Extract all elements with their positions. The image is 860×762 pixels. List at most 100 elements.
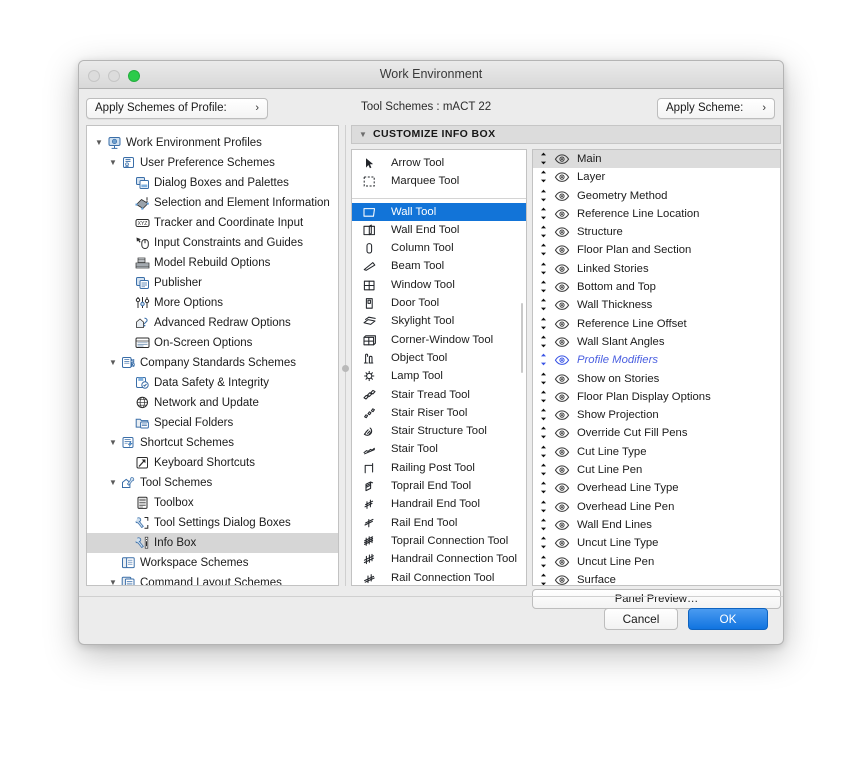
reorder-handle-icon[interactable]	[539, 463, 549, 476]
tree-item-toolbox[interactable]: Toolbox	[87, 493, 338, 513]
tree-item-tool-schemes[interactable]: ▼ Tool Schemes	[87, 473, 338, 493]
eye-icon[interactable]	[554, 537, 570, 549]
field-row-surface[interactable]: Surface	[533, 571, 780, 585]
eye-icon[interactable]	[554, 244, 570, 256]
tree-item-advanced-redraw-options[interactable]: Advanced Redraw Options	[87, 313, 338, 333]
field-row-wall-slant-angles[interactable]: Wall Slant Angles	[533, 333, 780, 351]
tool-row-door-tool[interactable]: Door Tool	[352, 294, 526, 312]
eye-icon[interactable]	[554, 574, 570, 585]
disclosure-triangle-icon[interactable]: ▼	[107, 433, 119, 453]
pane-splitter[interactable]	[341, 125, 350, 586]
tool-row-handrail-end-tool[interactable]: Handrail End Tool	[352, 495, 526, 513]
reorder-handle-icon[interactable]	[539, 573, 549, 585]
tool-row-stair-tread-tool[interactable]: Stair Tread Tool	[352, 386, 526, 404]
field-row-overhead-line-type[interactable]: Overhead Line Type	[533, 479, 780, 497]
tree-item-data-safety-integrity[interactable]: Data Safety & Integrity	[87, 373, 338, 393]
tool-row-stair-structure-tool[interactable]: Stair Structure Tool	[352, 422, 526, 440]
reorder-handle-icon[interactable]	[539, 207, 549, 220]
field-row-reference-line-location[interactable]: Reference Line Location	[533, 205, 780, 223]
field-row-overhead-line-pen[interactable]: Overhead Line Pen	[533, 498, 780, 516]
eye-icon[interactable]	[554, 153, 570, 165]
ok-button[interactable]: OK	[688, 608, 768, 630]
tree-item-on-screen-options[interactable]: On-Screen Options	[87, 333, 338, 353]
eye-icon[interactable]	[554, 409, 570, 421]
tree-item-keyboard-shortcuts[interactable]: Keyboard Shortcuts	[87, 453, 338, 473]
reorder-handle-icon[interactable]	[539, 317, 549, 330]
tree-item-company-standards-schemes[interactable]: ▼ Company Standards Schemes	[87, 353, 338, 373]
tool-row-column-tool[interactable]: Column Tool	[352, 239, 526, 257]
field-row-bottom-and-top[interactable]: Bottom and Top	[533, 278, 780, 296]
tool-list-scrollbar[interactable]	[520, 153, 524, 583]
reorder-handle-icon[interactable]	[539, 170, 549, 183]
cancel-button[interactable]: Cancel	[604, 608, 678, 630]
eye-icon[interactable]	[554, 519, 570, 531]
eye-icon[interactable]	[554, 373, 570, 385]
tree-item-network-and-update[interactable]: Network and Update	[87, 393, 338, 413]
reorder-handle-icon[interactable]	[539, 445, 549, 458]
tree-item-special-folders[interactable]: Special Folders	[87, 413, 338, 433]
tree-item-tool-settings-dialog-boxes[interactable]: Tool Settings Dialog Boxes	[87, 513, 338, 533]
tool-row-stair-tool[interactable]: Stair Tool	[352, 440, 526, 458]
reorder-handle-icon[interactable]	[539, 225, 549, 238]
tool-row-object-tool[interactable]: Object Tool	[352, 349, 526, 367]
eye-icon[interactable]	[554, 336, 570, 348]
reorder-handle-icon[interactable]	[539, 500, 549, 513]
tool-row-arrow-tool[interactable]: Arrow Tool	[352, 154, 526, 172]
scheme-tree-pane[interactable]: ▼ Work Environment Profiles ▼ User Preferen…	[86, 125, 339, 586]
eye-icon[interactable]	[554, 446, 570, 458]
tree-item-input-constraints-and-guides[interactable]: Input Constraints and Guides	[87, 233, 338, 253]
reorder-handle-icon[interactable]	[539, 152, 549, 165]
field-row-wall-thickness[interactable]: Wall Thickness	[533, 296, 780, 314]
eye-icon[interactable]	[554, 556, 570, 568]
tool-row-wall-end-tool[interactable]: Wall End Tool	[352, 221, 526, 239]
reorder-handle-icon[interactable]	[539, 481, 549, 494]
disclosure-triangle-icon[interactable]: ▼	[107, 573, 119, 585]
reorder-handle-icon[interactable]	[539, 408, 549, 421]
tree-item-tracker-and-coordinate-input[interactable]: XYZ Tracker and Coordinate Input	[87, 213, 338, 233]
tool-list[interactable]: Arrow Tool Marquee Tool Wall Tool Wall End …	[351, 149, 527, 586]
disclosure-triangle-icon[interactable]: ▼	[93, 133, 105, 153]
reorder-handle-icon[interactable]	[539, 335, 549, 348]
tree-item-command-layout-schemes[interactable]: ▼ Command Layout Schemes	[87, 573, 338, 585]
eye-icon[interactable]	[554, 482, 570, 494]
reorder-handle-icon[interactable]	[539, 536, 549, 549]
tree-item-dialog-boxes-and-palettes[interactable]: Dialog Boxes and Palettes	[87, 173, 338, 193]
tool-row-railing-post-tool[interactable]: Railing Post Tool	[352, 459, 526, 477]
eye-icon[interactable]	[554, 208, 570, 220]
eye-icon[interactable]	[554, 190, 570, 202]
reorder-handle-icon[interactable]	[539, 390, 549, 403]
apply-schemes-of-profile-popup[interactable]: Apply Schemes of Profile: ›	[86, 98, 268, 119]
eye-icon[interactable]	[554, 281, 570, 293]
eye-icon[interactable]	[554, 391, 570, 403]
field-row-wall-end-lines[interactable]: Wall End Lines	[533, 516, 780, 534]
disclosure-triangle-icon[interactable]: ▼	[107, 153, 119, 173]
eye-icon[interactable]	[554, 171, 570, 183]
tree-item-more-options[interactable]: More Options	[87, 293, 338, 313]
disclosure-triangle-icon[interactable]: ▼	[107, 353, 119, 373]
eye-icon[interactable]	[554, 464, 570, 476]
tool-row-skylight-tool[interactable]: Skylight Tool	[352, 312, 526, 330]
field-row-show-on-stories[interactable]: Show on Stories	[533, 370, 780, 388]
reorder-handle-icon[interactable]	[539, 243, 549, 256]
field-row-layer[interactable]: Layer	[533, 168, 780, 186]
eye-icon[interactable]	[554, 427, 570, 439]
reorder-handle-icon[interactable]	[539, 518, 549, 531]
info-box-field-list[interactable]: Main Layer Geometry Method Reference Lin…	[532, 149, 781, 586]
tool-row-toprail-end-tool[interactable]: Toprail End Tool	[352, 477, 526, 495]
field-row-floor-plan-and-section[interactable]: Floor Plan and Section	[533, 241, 780, 259]
tool-row-toprail-connection-tool[interactable]: Toprail Connection Tool	[352, 532, 526, 550]
tool-row-handrail-connection-tool[interactable]: Handrail Connection Tool	[352, 550, 526, 568]
reorder-handle-icon[interactable]	[539, 189, 549, 202]
field-row-linked-stories[interactable]: Linked Stories	[533, 260, 780, 278]
field-row-structure[interactable]: Structure	[533, 223, 780, 241]
eye-icon[interactable]	[554, 226, 570, 238]
splitter-grip[interactable]	[342, 365, 349, 372]
tree-item-workspace-schemes[interactable]: Workspace Schemes	[87, 553, 338, 573]
tree-item-user-preference-schemes[interactable]: ▼ User Preference Schemes	[87, 153, 338, 173]
tree-item-work-environment-profiles[interactable]: ▼ Work Environment Profiles	[87, 133, 338, 153]
field-row-floor-plan-display-options[interactable]: Floor Plan Display Options	[533, 388, 780, 406]
field-row-cut-line-type[interactable]: Cut Line Type	[533, 443, 780, 461]
field-row-profile-modifiers[interactable]: Profile Modifiers	[533, 351, 780, 369]
tool-row-marquee-tool[interactable]: Marquee Tool	[352, 172, 526, 190]
field-row-reference-line-offset[interactable]: Reference Line Offset	[533, 315, 780, 333]
